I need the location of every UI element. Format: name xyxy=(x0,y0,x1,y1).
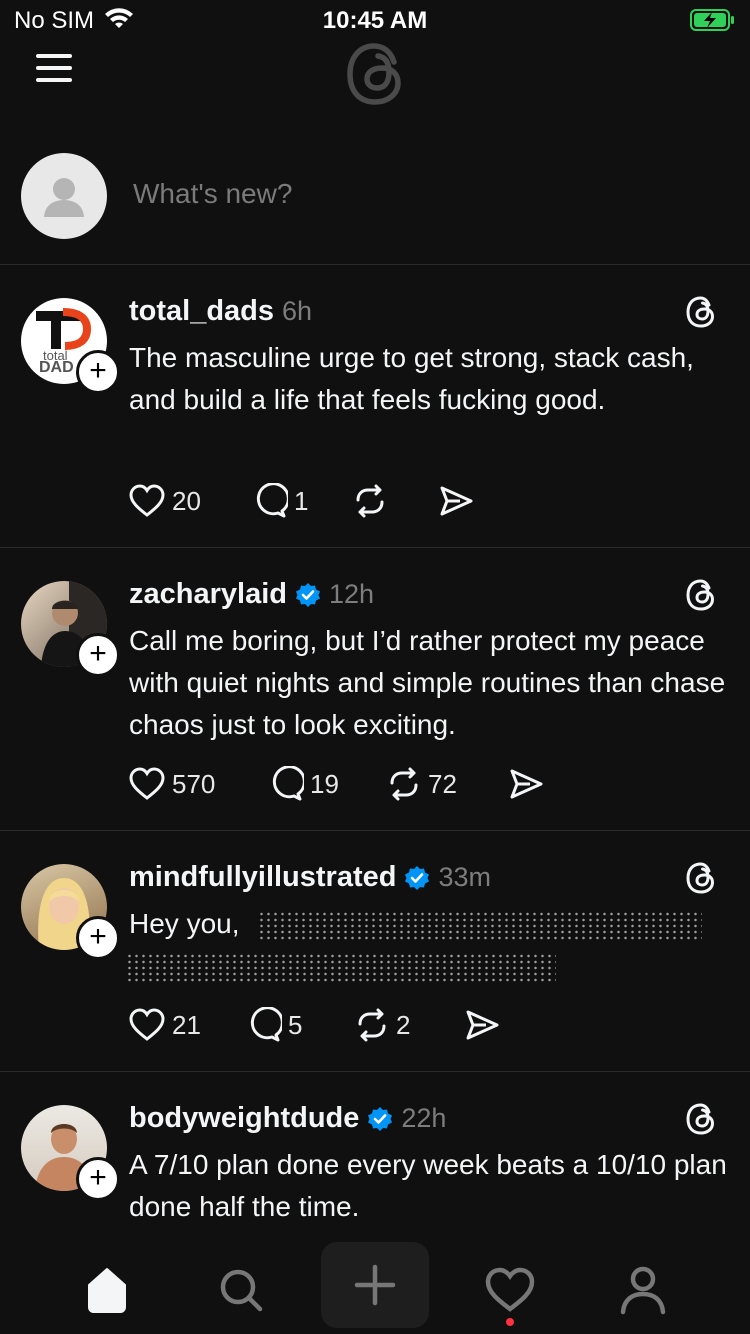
threads-logo-icon[interactable] xyxy=(684,295,718,334)
post-time: 33m xyxy=(438,862,492,892)
new-thread-input[interactable] xyxy=(133,178,693,210)
post-mindfullyillustrated[interactable]: + mindfullyillustrated 33m Hey you, 21 5… xyxy=(0,831,750,1072)
like-count: 21 xyxy=(172,1009,201,1040)
search-icon xyxy=(220,1269,263,1312)
repost-count: 2 xyxy=(396,1009,411,1040)
plus-icon xyxy=(354,1264,396,1306)
repost-icon xyxy=(390,767,418,801)
post-text: The masculine urge to get strong, stack … xyxy=(129,342,694,415)
username[interactable]: mindfullyillustrated xyxy=(129,861,396,894)
like-count: 20 xyxy=(172,485,201,516)
post-actions: 20 1 xyxy=(128,481,474,521)
post-time: 6h xyxy=(282,296,313,326)
post-text: Call me boring, but I’d rather protect m… xyxy=(129,625,726,740)
verified-badge-icon xyxy=(368,1106,393,1131)
follow-button[interactable]: + xyxy=(76,350,120,394)
verified-badge-icon xyxy=(405,865,430,890)
heart-icon xyxy=(485,1267,535,1312)
post-actions: 21 5 2 xyxy=(128,1005,500,1045)
clock: 10:45 AM xyxy=(322,7,428,34)
follow-button[interactable]: + xyxy=(76,633,120,677)
repost-count: 72 xyxy=(428,768,457,799)
post-text: A 7/10 plan done every week beats a 10/1… xyxy=(129,1149,727,1222)
post-total-dads[interactable]: total DAD + total_dads 6h The masculine … xyxy=(0,265,750,548)
like-count: 570 xyxy=(172,768,216,799)
repost-button[interactable]: 72 xyxy=(386,766,508,802)
reply-button[interactable]: 19 xyxy=(268,766,386,802)
username[interactable]: zacharylaid xyxy=(129,578,287,611)
notification-dot xyxy=(506,1318,514,1326)
post-text-visible: Hey you, xyxy=(129,908,240,939)
threads-logo-icon[interactable] xyxy=(684,861,718,900)
obscured-text-line xyxy=(258,911,702,941)
follow-button[interactable]: + xyxy=(76,1157,120,1201)
comment-icon xyxy=(256,483,288,518)
like-button[interactable]: 20 xyxy=(128,483,252,519)
compose-button[interactable] xyxy=(321,1242,429,1328)
like-button[interactable]: 570 xyxy=(128,766,268,802)
repost-icon xyxy=(356,484,384,518)
post-time: 12h xyxy=(328,579,375,609)
comment-icon xyxy=(250,1007,282,1042)
menu-icon[interactable] xyxy=(36,54,76,84)
tab-search[interactable] xyxy=(211,1260,271,1320)
reply-count: 1 xyxy=(294,485,309,516)
repost-button[interactable] xyxy=(352,483,438,519)
reply-button[interactable]: 5 xyxy=(246,1007,354,1043)
post-time: 22h xyxy=(401,1103,447,1133)
avatar-text-dad: DAD xyxy=(39,359,74,376)
share-icon xyxy=(510,769,543,799)
comment-icon xyxy=(272,766,304,801)
heart-icon xyxy=(129,767,165,800)
repost-button[interactable]: 2 xyxy=(354,1007,464,1043)
reply-button[interactable]: 1 xyxy=(252,483,352,519)
reply-count: 5 xyxy=(288,1009,303,1040)
battery-icon xyxy=(690,8,736,37)
like-button[interactable]: 21 xyxy=(128,1007,246,1043)
post-bodyweightdude[interactable]: + bodyweightdude 22h A 7/10 plan done ev… xyxy=(0,1072,750,1240)
follow-button[interactable]: + xyxy=(76,916,120,960)
bottom-tab-bar xyxy=(0,1240,750,1334)
username[interactable]: bodyweightdude xyxy=(129,1102,359,1135)
verified-badge-icon xyxy=(295,582,320,607)
person-icon xyxy=(620,1266,666,1315)
post-header: zacharylaid 12h xyxy=(129,578,374,611)
share-icon xyxy=(466,1010,499,1040)
tab-profile[interactable] xyxy=(613,1260,673,1320)
threads-logo-icon[interactable] xyxy=(684,578,718,617)
username[interactable]: total_dads xyxy=(129,295,274,328)
share-button[interactable] xyxy=(464,1007,500,1043)
share-button[interactable] xyxy=(438,483,474,519)
post-header: bodyweightdude 22h xyxy=(129,1102,446,1135)
tab-home[interactable] xyxy=(77,1260,137,1320)
post-zacharylaid[interactable]: + zacharylaid 12h Call me boring, but I’… xyxy=(0,548,750,831)
share-icon xyxy=(440,486,473,516)
post-actions: 570 19 72 xyxy=(128,764,544,804)
heart-icon xyxy=(129,1008,165,1041)
home-icon xyxy=(88,1268,126,1313)
composer xyxy=(0,150,750,265)
threads-logo-icon[interactable] xyxy=(340,40,410,115)
obscured-text-line xyxy=(126,953,556,983)
top-nav xyxy=(0,40,750,110)
reply-count: 19 xyxy=(310,768,339,799)
share-button[interactable] xyxy=(508,766,544,802)
threads-logo-icon[interactable] xyxy=(684,1102,718,1141)
heart-icon xyxy=(129,484,165,517)
user-avatar[interactable] xyxy=(21,153,107,239)
tab-activity[interactable] xyxy=(480,1260,540,1320)
status-bar: No SIM 10:45 AM xyxy=(0,0,750,40)
post-header: total_dads 6h xyxy=(129,295,312,328)
post-header: mindfullyillustrated 33m xyxy=(129,861,491,894)
repost-icon xyxy=(358,1008,386,1042)
